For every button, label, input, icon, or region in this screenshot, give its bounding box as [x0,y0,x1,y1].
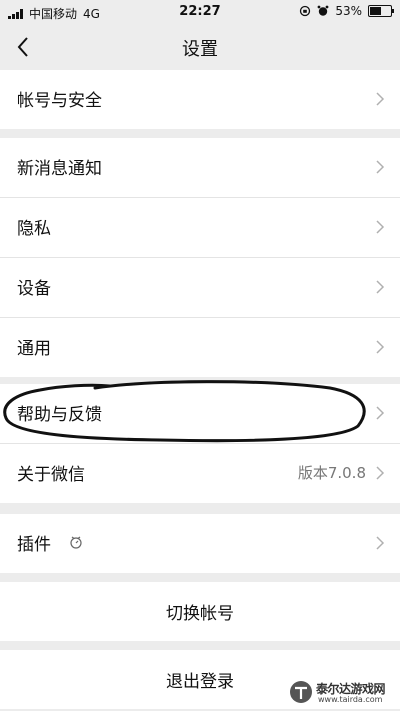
alarm-icon [317,5,329,16]
switch-account-button[interactable]: 切换帐号 [0,582,400,641]
row-devices[interactable]: 设备 [0,258,400,318]
watermark-url: www.tairda.com [318,695,383,704]
chevron-right-icon [376,536,385,550]
row-label: 隐私 [17,219,51,239]
group-plugins: 插件 [0,514,400,573]
chevron-right-icon [376,466,385,480]
row-label: 插件 [17,535,51,555]
row-label: 新消息通知 [17,159,102,179]
row-label: 关于微信 [17,465,85,485]
orientation-lock-icon [300,5,311,17]
nav-bar: 设置 [0,24,400,70]
group-switch-account: 切换帐号 [0,582,400,641]
plugin-badge-icon [70,536,82,549]
row-label: 通用 [17,339,51,359]
row-plugins[interactable]: 插件 [0,514,400,573]
chevron-right-icon [376,160,385,174]
group-support: 帮助与反馈 关于微信 版本7.0.8 [0,384,400,503]
row-label: 帐号与安全 [17,91,102,111]
row-general[interactable]: 通用 [0,318,400,377]
status-bar: 中国移动 4G 22:27 53% [0,0,400,24]
row-notifications[interactable]: 新消息通知 [0,138,400,198]
battery-percent: 53% [335,4,362,18]
row-about[interactable]: 关于微信 版本7.0.8 [0,444,400,503]
button-label: 切换帐号 [166,604,234,624]
row-label: 设备 [17,279,51,299]
chevron-right-icon [376,280,385,294]
group-account: 帐号与安全 [0,70,400,129]
row-account-security[interactable]: 帐号与安全 [0,70,400,129]
status-right: 53% [299,4,394,18]
row-label: 帮助与反馈 [17,405,102,425]
chevron-right-icon [376,406,385,420]
row-help-feedback[interactable]: 帮助与反馈 [0,384,400,444]
battery-icon [368,5,394,17]
group-preferences: 新消息通知 隐私 设备 通用 [0,138,400,377]
site-watermark: 泰尔达游戏网 www.tairda.com [288,679,396,707]
chevron-right-icon [376,92,385,106]
row-privacy[interactable]: 隐私 [0,198,400,258]
page-title: 设置 [182,39,218,60]
chevron-right-icon [376,340,385,354]
version-value: 版本7.0.8 [297,464,366,482]
chevron-right-icon [376,220,385,234]
watermark-logo-icon [290,681,312,703]
